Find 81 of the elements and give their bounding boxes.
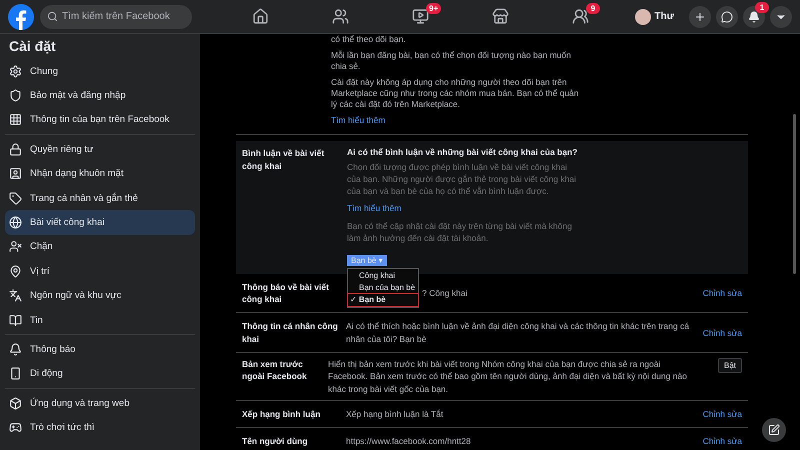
search-field[interactable]: Tìm kiếm trên Facebook	[40, 4, 192, 28]
globe-icon	[9, 216, 22, 230]
dropdown-option[interactable]: ✓ Bạn bè	[348, 294, 418, 306]
setting-value: Xếp hạng bình luận là Tắt	[346, 408, 444, 420]
setting-value: https://www.facebook.com/hntt28	[346, 435, 471, 448]
sidebar-item[interactable]: Ứng dụng và trang web	[5, 391, 195, 416]
sidebar-item[interactable]: Trang cá nhân và gắn thẻ	[5, 186, 195, 210]
group-icon	[572, 8, 588, 25]
sidebar-item[interactable]: Quyền riêng tư	[5, 137, 195, 162]
friends-icon	[332, 8, 348, 25]
edit-link[interactable]: Chỉnh sửa	[702, 288, 742, 298]
sidebar-item[interactable]: Di động	[5, 362, 195, 386]
learn-more-link[interactable]: Tìm hiểu thêm	[347, 202, 402, 213]
setting-value: Ai có thể thích hoặc bình luận về ảnh đại diện công khai và các thông tin khác trên trang cá nhân của tôi? Bạn bè	[346, 320, 690, 345]
nav-tab[interactable]: 9	[540, 0, 620, 34]
setting-value: Hiển thị bản xem trước khi bài viết trong Nhóm công khai của bạn được chia sẻ ra ngoài Facebook. Bản xem trước có thể bao gồm tên người dùng, ảnh đại diện và bất kỳ nội dung nào khác trong bài viết gốc của bạn.	[328, 358, 688, 395]
description-text: Mỗi lần bạn đăng bài, bạn có thể chọn đối tượng nào bạn muốn chia sẻ.	[331, 50, 572, 72]
avatar	[634, 8, 651, 24]
tag-icon	[9, 192, 22, 205]
lock-icon	[9, 142, 22, 156]
gear-icon	[9, 64, 22, 78]
setting-label: Thông tin cá nhân công khai	[242, 320, 339, 345]
book-icon	[9, 314, 22, 327]
sidebar-item[interactable]: Chặn	[5, 234, 195, 260]
sidebar-item[interactable]: Tin	[5, 308, 195, 332]
setting-value: ? Công khai	[422, 286, 468, 300]
plus-icon	[694, 10, 706, 22]
sidebar-item[interactable]: Ngôn ngữ và khu vực	[5, 284, 195, 308]
edit-link[interactable]: Chỉnh sửa	[702, 436, 742, 446]
bell-icon	[9, 342, 22, 356]
dropdown-option[interactable]: Công khai	[348, 270, 418, 282]
sidebar-item[interactable]: Vị trí	[5, 259, 195, 284]
nav-tab[interactable]: 9+	[380, 0, 460, 34]
edit-link[interactable]: Chỉnh sửa	[702, 328, 742, 338]
compose-button[interactable]	[762, 418, 786, 442]
location-pin-icon	[9, 264, 22, 278]
header-button[interactable]	[716, 6, 738, 28]
note-text: Bạn có thể cập nhật cài đặt này trên từng bài viết mà không làm ảnh hưởng đến cài đặt tài khoản.	[347, 220, 573, 245]
sidebar-item[interactable]: Nhận dạng khuôn mặt	[5, 162, 195, 186]
notification-badge: 9+	[426, 2, 442, 14]
dropdown-option[interactable]: Bạn của bạn bè	[348, 282, 418, 294]
description-text: có thể theo dõi bạn.	[331, 34, 407, 46]
store-icon	[492, 8, 508, 25]
toggle-select[interactable]: Bật	[718, 358, 742, 373]
notification-badge: 1	[755, 2, 769, 12]
video-icon	[412, 8, 428, 25]
sidebar-item[interactable]: Thông tin của bạn trên Facebook	[5, 108, 195, 132]
header-button[interactable]	[689, 6, 711, 28]
notification-badge: 9	[586, 2, 600, 14]
description-text: Chọn đối tượng được phép bình luận về bài viết công khai của bạn. Những người được gắn thẻ trong bài viết công khai của bạn và bạn bè của họ có thể vẫn bình luận được.	[347, 162, 577, 198]
phone-icon	[9, 367, 22, 380]
facebook-logo-icon[interactable]	[8, 4, 34, 30]
sidebar-item[interactable]: Bảo mật và đăng nhập	[5, 83, 195, 108]
setting-label: Xếp hạng bình luận	[242, 408, 322, 420]
learn-more-link[interactable]: Tìm hiểu thêm	[331, 115, 386, 126]
edit-link[interactable]: Chỉnh sửa	[702, 409, 742, 420]
home-icon	[252, 8, 268, 25]
blocked-person-icon	[9, 240, 22, 254]
sidebar-item[interactable]: Trò chơi tức thì	[5, 415, 195, 440]
search-icon	[47, 10, 58, 22]
sidebar-item[interactable]: Thông báo	[5, 337, 195, 362]
description-text: Cài đặt này không áp dụng cho những người theo dõi bạn trên Marketplace cũng như trong các nhóm mua bán. Bạn có thể quản lý các cài đặt đó trên Marketplace.	[331, 77, 580, 110]
setting-label: Tên người dùng	[242, 435, 309, 448]
gamepad-icon	[9, 421, 22, 434]
profile-button[interactable]: Thư	[632, 6, 680, 26]
bell-icon	[748, 10, 760, 22]
cube-icon	[9, 396, 22, 410]
setting-label: Thông báo về bài viết công khai	[242, 280, 330, 306]
sidebar-title: Cài đặt	[8, 37, 57, 56]
setting-label: Bình luận về bài viết công khai	[242, 147, 326, 173]
sidebar-item[interactable]: Bài viết công khai	[5, 210, 195, 235]
sidebar-item[interactable]: Chung	[5, 59, 195, 84]
chat-icon	[721, 10, 733, 22]
person-icon	[9, 167, 22, 180]
setting-question: Ai có thể bình luận về những bài viết công khai của bạn?	[347, 147, 578, 158]
header-button[interactable]	[770, 6, 792, 28]
grid-icon	[9, 113, 22, 126]
language-icon	[9, 289, 22, 302]
shield-icon	[9, 89, 22, 102]
setting-label: Bản xem trước ngoài Facebook	[241, 358, 308, 383]
compose-icon	[768, 424, 780, 436]
